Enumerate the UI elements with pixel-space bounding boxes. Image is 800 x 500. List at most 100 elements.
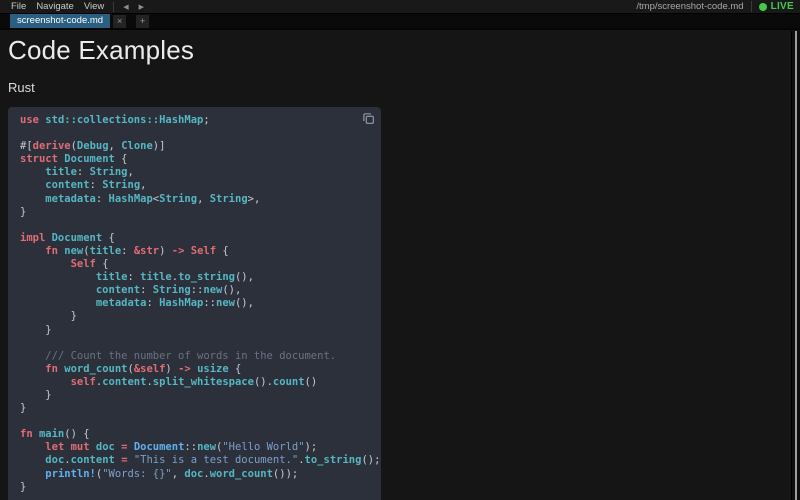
code-token: : [95, 192, 109, 205]
menu-bar: File Navigate View ◀ ▶ /tmp/screenshot-cod… [0, 0, 800, 14]
code-token: HashMap [108, 192, 153, 205]
code-token: derive [32, 140, 71, 153]
code-line: metadata: HashMap<String, String>, [20, 193, 369, 206]
code-token: metadata [45, 192, 96, 205]
code-token: doc [184, 467, 204, 480]
code-token: : [76, 166, 90, 179]
tab-screenshot-code-md[interactable]: screenshot-code.md [10, 14, 111, 28]
tab-close-button[interactable]: × [113, 14, 127, 28]
code-token: &str [133, 244, 160, 257]
code-token: { [95, 258, 109, 271]
tab-label: screenshot-code.md [17, 15, 104, 26]
code-token: Document [51, 231, 103, 244]
code-token: : [89, 179, 103, 192]
code-token: { [114, 153, 128, 166]
code-token: to_string [304, 454, 362, 467]
code-token: HashMap [159, 297, 204, 310]
code-token: { [102, 231, 115, 244]
new-tab-button[interactable]: + [136, 14, 150, 28]
code-line: title: title.to_string(), [20, 271, 369, 284]
code-token: (), [222, 284, 242, 297]
live-indicator: LIVE [750, 1, 794, 12]
scrollbar[interactable] [791, 31, 800, 500]
code-token: : [146, 297, 160, 310]
code-token: doc [45, 454, 65, 467]
document-view: Code Examples Rust use std::collections:… [0, 30, 800, 500]
menubar-divider [113, 1, 115, 12]
menu-view[interactable]: View [79, 1, 109, 12]
code-token: ) [165, 362, 179, 375]
code-line: println!("Words: {}", doc.word_count()); [20, 468, 369, 481]
code-token: content [45, 179, 90, 192]
back-button[interactable]: ◀ [118, 1, 133, 13]
code-token: : [140, 284, 153, 297]
code-token: split_whitespace [152, 375, 254, 388]
code-token: , [140, 179, 147, 192]
code-token: fn [20, 428, 39, 441]
code-line: metadata: HashMap::new(), [20, 297, 369, 310]
code-token: title [89, 244, 122, 257]
code-token: , [171, 467, 185, 480]
code-token: Document [64, 153, 115, 166]
code-token: Document [133, 441, 185, 454]
code-token: { [228, 362, 242, 375]
code-line: title: String, [20, 166, 369, 179]
code-token: "Words: {}" [102, 467, 172, 480]
code-token: content [70, 454, 115, 467]
code-token: Clone [121, 140, 153, 153]
code-line: doc.content = "This is a test document."… [20, 454, 380, 467]
code-token: title [95, 271, 128, 284]
code-token: () [304, 375, 318, 388]
menu-navigate[interactable]: Navigate [31, 1, 79, 12]
code-line: } [20, 206, 369, 219]
copy-code-button[interactable] [361, 112, 375, 126]
code-token: } [20, 310, 77, 323]
code-line: Self { [20, 258, 369, 271]
code-token: String [209, 192, 248, 205]
code-token: title [140, 271, 172, 284]
code-line: fn main() { [20, 428, 369, 441]
code-token: new [216, 297, 235, 310]
code-line: /// Count the number of words in the doc… [20, 350, 369, 363]
code-line: fn new(title: &str) -> Self { [20, 245, 369, 258]
code-token: (). [253, 375, 273, 388]
code-line: fn word_count(&self) -> usize { [20, 363, 369, 376]
code-line: let mut doc = Document::new("Hello World… [20, 441, 369, 454]
live-dot-icon [758, 2, 767, 11]
code-token: impl [20, 231, 52, 244]
code-token: &self [133, 362, 166, 375]
scrollbar-thumb[interactable] [795, 31, 797, 500]
code-token: new [197, 441, 217, 454]
code-line: use std::collections::HashMap; [20, 114, 369, 127]
code-token: struct [20, 153, 65, 166]
code-line: #[derive(Debug, Clone)] [20, 140, 369, 153]
code-token: content [102, 375, 147, 388]
menu-file[interactable]: File [6, 1, 31, 12]
code-token: String [89, 166, 128, 179]
menu-list: File Navigate View [6, 1, 109, 12]
code-token: } [20, 388, 52, 401]
code-line: } [20, 310, 369, 323]
live-label: LIVE [770, 1, 794, 12]
code-token: (), [234, 297, 254, 310]
code-token: title [45, 166, 77, 179]
code-token: : [121, 244, 134, 257]
code-token: Debug [76, 140, 109, 153]
code-block: use std::collections::HashMap; #[derive(… [8, 107, 381, 500]
code-token: self [70, 375, 96, 388]
code-token: ); [304, 441, 318, 454]
code-token: : [127, 271, 141, 284]
code-token: new [203, 284, 223, 297]
code-token: ; [203, 114, 210, 126]
forward-button[interactable]: ▶ [134, 1, 149, 13]
code-token: /// Count the number of words in the doc… [45, 349, 337, 362]
